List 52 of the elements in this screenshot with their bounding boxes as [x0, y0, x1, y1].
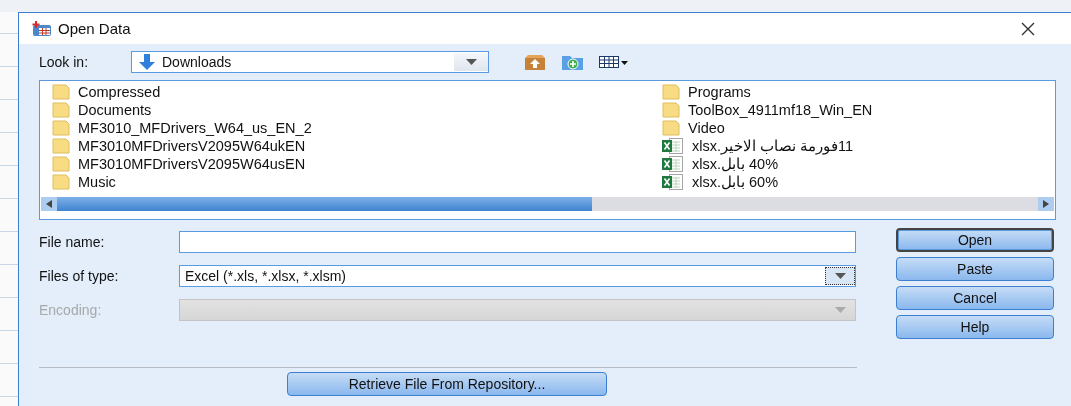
view-menu-icon[interactable]: [599, 55, 629, 69]
look-in-label: Look in:: [39, 54, 90, 70]
folder-icon: [52, 120, 70, 136]
file-list-item[interactable]: Video: [662, 119, 1062, 137]
caret-icon: [834, 273, 846, 279]
field-label: Files of type:: [39, 268, 120, 284]
scroll-right-icon[interactable]: [1043, 200, 1049, 208]
up-folder-icon[interactable]: [523, 53, 547, 71]
app-icon: [32, 20, 52, 37]
retrieve-button[interactable]: Retrieve File From Repository...: [287, 372, 607, 396]
spreadsheet-file-icon: [662, 138, 684, 154]
file-name-field[interactable]: [179, 231, 856, 253]
new-folder-icon[interactable]: [561, 53, 585, 71]
file-list-item[interactable]: 11فورمة نصاب الاخير.xlsx: [662, 137, 1062, 155]
folder-icon: [52, 102, 70, 118]
file-list-item[interactable]: ToolBox_4911mf18_Win_EN: [662, 101, 1062, 119]
look-in-value: Downloads: [162, 54, 232, 70]
field-label: Encoding:: [39, 302, 103, 318]
dialog-button[interactable]: Paste: [896, 257, 1054, 281]
file-list-item[interactable]: MF3010MFDriversV2095W64ukEN: [52, 137, 662, 155]
folder-icon: [662, 84, 680, 100]
folder-icon: [52, 84, 70, 100]
spreadsheet-file-icon: [662, 156, 684, 172]
dropdown-field[interactable]: [179, 299, 856, 321]
dropdown-value: Excel (*.xls, *.xlsx, *.xlsm): [185, 268, 346, 284]
down-arrow-icon: [138, 53, 156, 71]
folder-icon: [52, 174, 70, 190]
folder-icon: [662, 120, 680, 136]
window-title: Open Data: [58, 20, 131, 37]
file-list-item[interactable]: Compressed: [52, 83, 662, 101]
file-list-item[interactable]: MF3010_MFDrivers_W64_us_EN_2: [52, 119, 662, 137]
close-icon[interactable]: [1021, 21, 1035, 36]
dropdown-field[interactable]: Excel (*.xls, *.xlsx, *.xlsm): [179, 265, 856, 287]
horizontal-scrollbar[interactable]: [41, 197, 1054, 211]
scroll-left-icon[interactable]: [46, 200, 52, 208]
dialog-button[interactable]: Open: [896, 228, 1054, 252]
spreadsheet-file-icon: [662, 174, 684, 190]
caret-icon: [834, 307, 846, 313]
caret-icon: [465, 59, 477, 65]
file-list-item[interactable]: Programs: [662, 83, 1062, 101]
folder-icon: [662, 102, 680, 118]
folder-icon: [52, 156, 70, 172]
file-list-item[interactable]: Music: [52, 173, 662, 191]
file-list-item[interactable]: 60% بابل.xlsx: [662, 173, 1062, 191]
field-label: File name:: [39, 234, 106, 250]
dialog-button[interactable]: Help: [896, 315, 1054, 339]
file-list-item[interactable]: MF3010MFDriversV2095W64usEN: [52, 155, 662, 173]
look-in-dropdown[interactable]: Downloads: [131, 51, 489, 73]
folder-icon: [52, 138, 70, 154]
dialog-button[interactable]: Cancel: [896, 286, 1054, 310]
file-list-item[interactable]: Documents: [52, 101, 662, 119]
file-list-item[interactable]: 40% بابل.xlsx: [662, 155, 1062, 173]
